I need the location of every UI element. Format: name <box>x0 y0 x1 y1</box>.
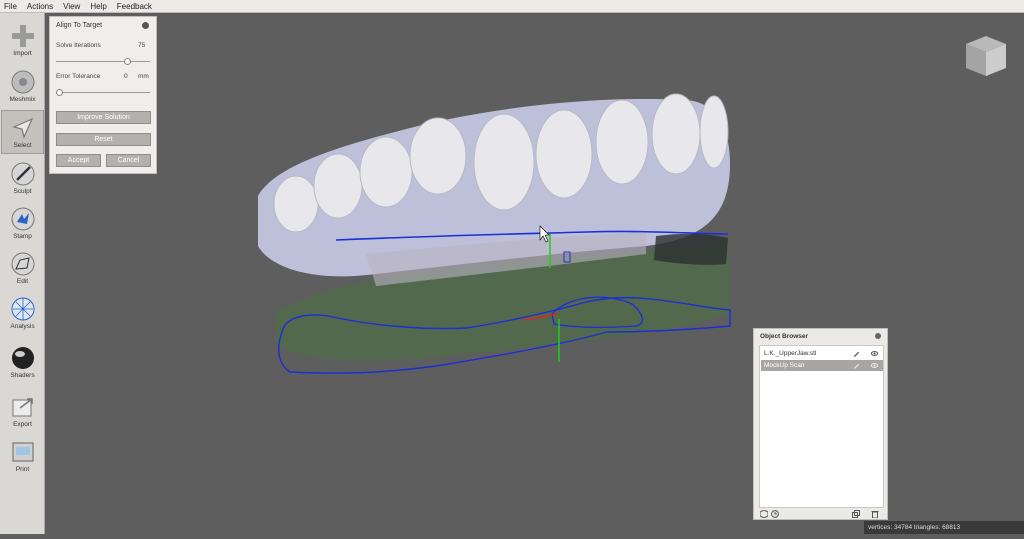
tool-import[interactable]: Import <box>1 19 44 63</box>
error-tolerance-knob[interactable] <box>56 89 63 96</box>
select-icon <box>11 117 33 139</box>
object-name: L.K._UpperJaw.stl <box>764 350 817 357</box>
align-to-target-panel: Align To Target Solve Iterations 75 Erro… <box>49 16 157 174</box>
object-row-upperjaw[interactable]: L.K._UpperJaw.stl <box>761 348 883 359</box>
tool-edit[interactable]: Edit <box>1 247 44 291</box>
tool-select-label: Select <box>13 142 32 149</box>
close-icon[interactable] <box>875 333 881 339</box>
object-browser-title: Object Browser <box>760 333 809 340</box>
object-row-mockup-scan[interactable]: MockUp Scan <box>761 360 883 371</box>
tool-stamp-label: Stamp <box>13 233 32 240</box>
cube-icon[interactable] <box>760 510 768 518</box>
panel-title: Align To Target <box>56 22 103 29</box>
tool-stamp[interactable]: Stamp <box>1 202 44 246</box>
reset-button[interactable]: Reset <box>56 133 151 146</box>
visibility-eye-icon[interactable] <box>871 350 878 357</box>
tool-shaders-label: Shaders <box>10 372 35 379</box>
tool-analysis[interactable]: Analysis <box>1 292 44 336</box>
tool-select[interactable]: Select <box>1 110 44 154</box>
tool-shaders[interactable]: Shaders <box>1 341 44 385</box>
visibility-eye-icon[interactable] <box>871 362 878 369</box>
tool-meshmix-label: Meshmix <box>9 96 36 103</box>
tool-print[interactable]: Print <box>1 435 44 479</box>
accept-button[interactable]: Accept <box>56 154 101 167</box>
menu-view[interactable]: View <box>63 2 80 11</box>
edit-object-icon[interactable] <box>853 350 860 357</box>
export-icon <box>12 398 33 417</box>
object-name: MockUp Scan <box>764 362 805 369</box>
tool-print-label: Print <box>15 466 30 473</box>
menu-help[interactable]: Help <box>90 2 106 11</box>
error-tolerance-value: 0 <box>124 73 128 80</box>
menu-file[interactable]: File <box>4 2 17 11</box>
tool-meshmix[interactable]: Meshmix <box>1 65 44 109</box>
analysis-icon <box>11 297 34 321</box>
shaders-icon <box>11 347 34 369</box>
improve-solution-button[interactable]: Improve Solution <box>56 111 151 124</box>
tool-sidebar: Import Meshmix Select Sculpt Stamp Edit <box>0 13 45 534</box>
settings-dot-icon[interactable] <box>142 22 149 29</box>
tool-export-label: Export <box>13 421 32 428</box>
tool-analysis-label: Analysis <box>10 323 35 330</box>
error-tolerance-slider[interactable] <box>56 89 150 96</box>
import-icon <box>11 25 34 47</box>
solve-iterations-value: 75 <box>138 42 146 49</box>
mesh-shadow <box>654 233 728 265</box>
meshmix-icon <box>11 70 34 94</box>
object-list: L.K._UpperJaw.stl MockUp Scan <box>759 345 884 508</box>
error-tolerance-label: Error Tolerance <box>56 73 101 80</box>
menu-feedback[interactable]: Feedback <box>117 2 152 11</box>
solve-iterations-label: Solve Iterations <box>56 42 101 49</box>
sculpt-icon <box>11 162 34 186</box>
cancel-button[interactable]: Cancel <box>106 154 151 167</box>
tool-export[interactable]: Export <box>1 390 44 434</box>
object-browser-panel: Object Browser L.K._UpperJaw.stl MockUp … <box>753 328 888 520</box>
tool-edit-label: Edit <box>16 278 29 285</box>
tool-sculpt-label: Sculpt <box>13 188 32 195</box>
edit-icon <box>11 252 34 276</box>
tool-sculpt[interactable]: Sculpt <box>1 157 44 201</box>
history-icon[interactable] <box>771 510 779 518</box>
status-bar: vertices: 34784 triangles: 68813 <box>864 521 1024 534</box>
stamp-icon <box>11 207 34 231</box>
duplicate-icon[interactable] <box>852 510 860 518</box>
trash-icon[interactable] <box>871 510 879 518</box>
tool-import-label: Import <box>13 50 32 57</box>
solve-iterations-slider[interactable] <box>56 58 150 65</box>
view-cube <box>966 36 1006 76</box>
menu-actions[interactable]: Actions <box>27 2 53 11</box>
print-icon <box>12 442 33 462</box>
menu-bar: File Actions View Help Feedback <box>0 0 1024 13</box>
error-tolerance-unit: mm <box>138 73 149 80</box>
edit-object-icon[interactable] <box>853 362 860 369</box>
solve-iterations-knob[interactable] <box>124 58 131 65</box>
